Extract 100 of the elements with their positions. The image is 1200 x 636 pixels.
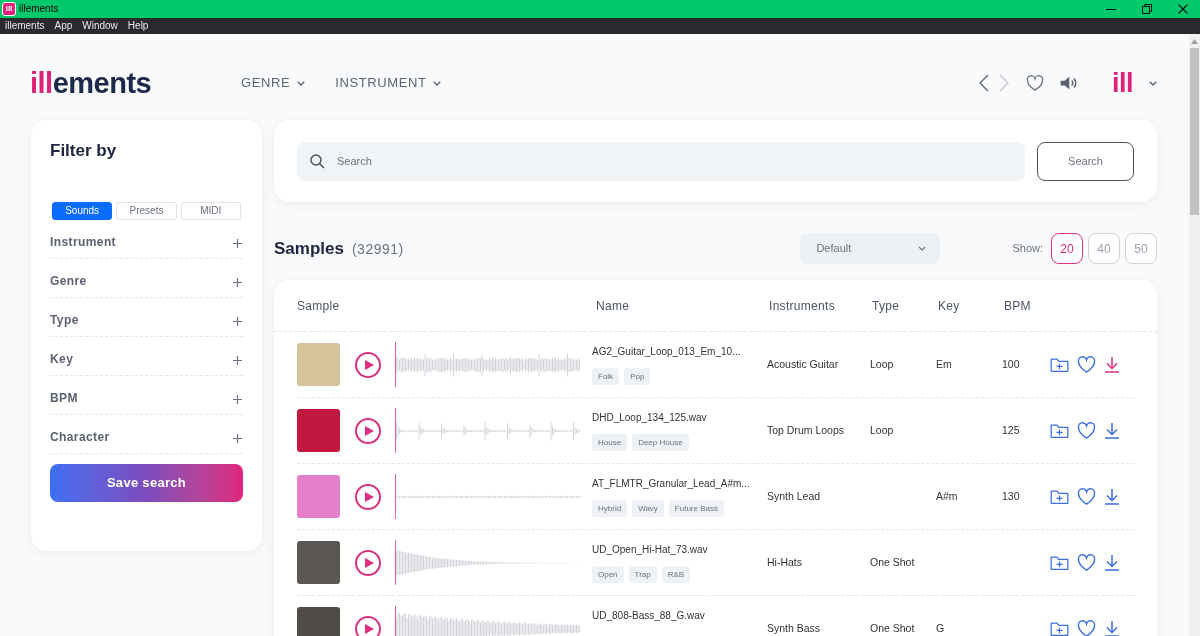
- play-icon: [364, 491, 374, 502]
- download-icon[interactable]: [1104, 488, 1120, 505]
- table-cell-text: Acoustic Guitar: [767, 358, 840, 371]
- chevron-left-icon[interactable]: [978, 74, 990, 92]
- table-cell-text: 100: [1002, 358, 1021, 371]
- chevron-down-icon: [918, 246, 927, 251]
- play-button[interactable]: [355, 483, 381, 510]
- save-search-button[interactable]: Save search: [50, 464, 243, 502]
- download-icon[interactable]: [1104, 620, 1120, 636]
- folder-plus-icon[interactable]: [1050, 620, 1069, 636]
- table-cell-text: Loop: [870, 424, 895, 437]
- caret-icon: [433, 80, 442, 86]
- show-label: Show:: [1012, 241, 1043, 257]
- filter-toggle[interactable]: Type: [50, 298, 243, 337]
- restore-icon[interactable]: [1142, 4, 1152, 14]
- plus-icon: [233, 277, 242, 287]
- table-cell-text: 130: [1002, 490, 1021, 503]
- play-button[interactable]: [355, 615, 381, 636]
- folder-plus-icon[interactable]: [1050, 488, 1069, 505]
- play-button[interactable]: [355, 417, 381, 444]
- filter-toggle[interactable]: Genre: [50, 259, 243, 298]
- tag[interactable]: House: [592, 434, 628, 451]
- heart-icon[interactable]: [1077, 620, 1096, 636]
- page-size-button[interactable]: 40: [1088, 233, 1120, 264]
- table-cell-text: G: [936, 622, 946, 635]
- filter-toggle[interactable]: Instrument: [50, 220, 243, 259]
- caret-icon[interactable]: [1149, 80, 1157, 86]
- file-name: UD_808-Bass_88_G.wav: [592, 609, 706, 623]
- table-cell-text: Synth Lead: [767, 490, 822, 503]
- tag[interactable]: Hybrid: [592, 500, 628, 517]
- speaker-icon[interactable]: [1059, 75, 1078, 91]
- folder-plus-icon[interactable]: [1050, 554, 1069, 571]
- tag[interactable]: Wavy: [632, 500, 664, 517]
- tag[interactable]: Folk: [592, 368, 620, 385]
- download-icon[interactable]: [1104, 554, 1120, 571]
- tag[interactable]: Deep House: [632, 434, 689, 451]
- plus-icon: [233, 316, 242, 326]
- scrollbar-thumb[interactable]: [1190, 48, 1199, 215]
- table-cell-text: Hi-Hats: [767, 556, 803, 569]
- table-cell-text: 125: [1002, 424, 1021, 437]
- folder-plus-icon[interactable]: [1050, 356, 1069, 373]
- filter-tab[interactable]: Presets: [116, 202, 177, 220]
- tag[interactable]: Open: [592, 566, 624, 583]
- close-icon[interactable]: [1178, 4, 1188, 14]
- download-icon[interactable]: [1104, 422, 1120, 439]
- heart-icon[interactable]: [1026, 75, 1044, 91]
- page-size-button[interactable]: 50: [1125, 233, 1157, 264]
- tag[interactable]: Pop: [624, 368, 651, 385]
- column-header: Name: [595, 297, 631, 315]
- plus-icon: [233, 394, 242, 404]
- play-button[interactable]: [355, 351, 381, 378]
- heart-icon[interactable]: [1077, 554, 1096, 571]
- column-header: Key: [937, 297, 961, 315]
- sort-dropdown[interactable]: Default: [800, 233, 941, 264]
- filter-tab[interactable]: MIDI: [180, 202, 241, 220]
- menu-item[interactable]: illements: [5, 21, 45, 31]
- heart-icon[interactable]: [1077, 488, 1096, 505]
- file-name: DHD_Loop_134_125.wav: [592, 411, 708, 425]
- menu-item[interactable]: Help: [127, 21, 149, 31]
- tag[interactable]: Future Bass: [668, 500, 724, 517]
- account-logo[interactable]: ill: [1112, 69, 1133, 97]
- tag[interactable]: Trap: [628, 566, 657, 583]
- column-header: BPM: [1003, 297, 1032, 315]
- file-name: UD_Open_Hi-Hat_73.wav: [592, 543, 709, 557]
- app-logo: ill: [2, 2, 16, 16]
- page-size-button[interactable]: 20: [1051, 233, 1083, 264]
- nav-dropdown[interactable]: INSTRUMENT: [335, 73, 442, 93]
- filter-tab[interactable]: Sounds: [52, 202, 113, 220]
- heart-icon[interactable]: [1077, 356, 1096, 373]
- play-icon: [364, 359, 374, 370]
- filter-toggle[interactable]: Key: [50, 337, 243, 376]
- play-icon: [364, 557, 374, 568]
- table-cell-text: Em: [936, 358, 953, 371]
- play-button[interactable]: [355, 549, 381, 576]
- play-icon: [364, 623, 374, 634]
- plus-icon: [233, 238, 242, 248]
- menu-item[interactable]: Window: [82, 21, 118, 31]
- search-button[interactable]: Search: [1037, 141, 1134, 181]
- download-icon[interactable]: [1104, 356, 1120, 373]
- results-title: Samples: [274, 240, 344, 257]
- playhead-marker: [395, 540, 396, 585]
- menu-item[interactable]: App: [54, 21, 73, 31]
- search-field[interactable]: Search: [297, 141, 1025, 181]
- column-header: Instruments: [768, 297, 836, 315]
- file-name: AT_FLMTR_Granular_Lead_A#m...: [592, 477, 751, 491]
- plus-icon: [233, 355, 242, 365]
- table-cell-text: One Shot: [870, 556, 916, 569]
- heart-icon[interactable]: [1077, 422, 1096, 439]
- table-cell-text: Top Drum Loops: [767, 424, 846, 437]
- filter-toggle[interactable]: BPM: [50, 376, 243, 415]
- playhead-marker: [395, 342, 396, 387]
- filter-toggle[interactable]: Character: [50, 415, 243, 454]
- plus-icon: [233, 433, 242, 443]
- nav-dropdown[interactable]: GENRE: [241, 73, 306, 93]
- column-header: Type: [871, 297, 901, 315]
- folder-plus-icon[interactable]: [1050, 422, 1069, 439]
- file-name: AG2_Guitar_Loop_013_Em_10...: [592, 345, 742, 359]
- play-icon: [364, 425, 374, 436]
- playhead-marker: [395, 408, 396, 453]
- tag[interactable]: R&B: [661, 566, 691, 583]
